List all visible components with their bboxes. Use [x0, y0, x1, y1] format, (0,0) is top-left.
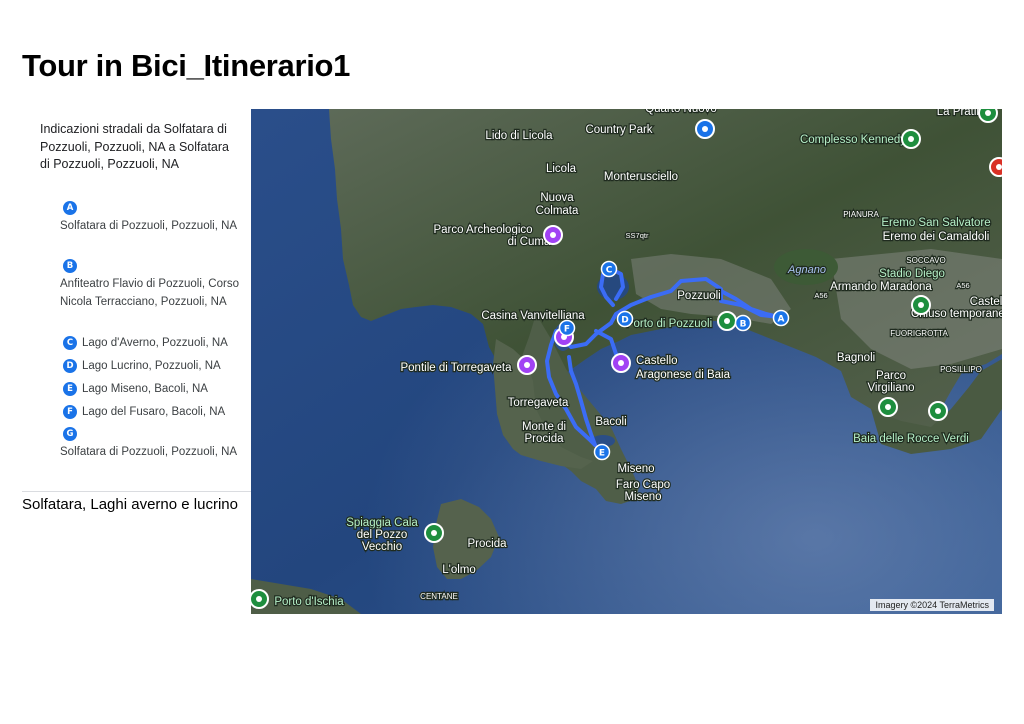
map-label: Colmata	[536, 205, 579, 217]
stop-f[interactable]: F Lago del Fusaro, Bacoli, NA	[63, 403, 243, 421]
map-label: Pozzuoli	[677, 290, 720, 302]
map-label: Miseno	[617, 463, 654, 475]
stop-d-name: Lago Lucrino, Pozzuoli, NA	[82, 360, 221, 372]
map-canvas[interactable]: Quarto Nuovo La PratinaLido di Licola Coun…	[251, 109, 1002, 614]
map-attribution: Imagery ©2024 TerraMetrics	[870, 599, 994, 611]
map-label: PIANURA	[843, 210, 879, 219]
marker-e-icon: E	[63, 382, 77, 396]
stop-c-name: Lago d'Averno, Pozzuoli, NA	[82, 337, 228, 349]
pin-dot	[996, 164, 1002, 170]
stop-c[interactable]: C Lago d'Averno, Pozzuoli, NA	[63, 334, 243, 352]
route-marker-label: E	[599, 449, 605, 459]
map-label: A56	[956, 281, 969, 290]
stop-b[interactable]: B Anfiteatro Flavio di Pozzuoli, Corso N…	[60, 257, 240, 311]
stop-g-name: Solfatara di Pozzuoli, Pozzuoli, NA	[60, 446, 238, 458]
map-label: FUORIGROTTA	[890, 329, 948, 338]
map-label: Porto d'Ischia	[274, 596, 344, 608]
pin-dot	[724, 318, 730, 324]
marker-g-icon: G	[63, 426, 77, 441]
stop-f-name: Lago del Fusaro, Bacoli, NA	[82, 406, 226, 418]
directions-heading: Indicazioni stradali da Solfatara di Poz…	[40, 122, 229, 171]
satellite-map[interactable]: Quarto Nuovo La Pratina Lido di Licola Coun…	[251, 109, 1002, 614]
pin-dot	[524, 362, 530, 368]
route-marker-label: F	[564, 325, 570, 335]
pin-dot	[918, 302, 924, 308]
document-title: Tour in Bici_Itinerario1	[22, 48, 351, 83]
map-label: Eremo dei Camaldoli	[883, 231, 990, 243]
map-label: Virgiliano	[867, 382, 914, 394]
route-marker-label: A	[778, 315, 785, 325]
map-label: Parco	[876, 370, 906, 382]
pin-dot	[618, 360, 624, 366]
marker-a-icon: A	[63, 200, 77, 215]
map-label: Lido di Licola	[485, 130, 553, 142]
map-label: Monte di	[522, 421, 566, 433]
route-marker-label: C	[606, 266, 613, 276]
directions-panel: Indicazioni stradali da Solfatara di Poz…	[40, 121, 235, 182]
pin-dot	[256, 596, 262, 602]
pin-dot	[702, 126, 708, 132]
map-label: Armando Maradona	[830, 281, 932, 293]
map-label: Procida	[525, 433, 565, 445]
route-marker-label: B	[740, 320, 747, 330]
map-label: POSILLIPO	[940, 365, 982, 374]
map-label: Porto di Pozzuoli	[626, 318, 712, 330]
map-label: Monterusciello	[604, 171, 678, 183]
stop-b-name: Anfiteatro Flavio di Pozzuoli, Corso Nic…	[60, 278, 239, 308]
stop-d[interactable]: D Lago Lucrino, Pozzuoli, NA	[63, 357, 243, 375]
map-label: Castello	[636, 355, 678, 367]
map-label: Complesso Kennedy	[800, 134, 906, 146]
map-label: Agnano	[787, 264, 826, 276]
map-label: Bacoli	[595, 416, 626, 428]
stop-g[interactable]: G Solfatara di Pozzuoli, Pozzuoli, NA	[60, 425, 240, 461]
stop-a-name: Solfatara di Pozzuoli, Pozzuoli, NA	[60, 220, 238, 232]
pin-dot	[885, 404, 891, 410]
map-label: Pontile di Torregaveta	[400, 362, 512, 374]
map-label: Quarto Nuovo	[645, 109, 717, 115]
marker-c-icon: C	[63, 336, 77, 350]
pin-dot	[431, 530, 437, 536]
map-label: del Pozzo	[357, 529, 408, 541]
map-label: Parco Archeologico	[433, 224, 532, 236]
map-label: Nuova	[540, 192, 574, 204]
pin-dot	[935, 408, 941, 414]
stop-a[interactable]: A Solfatara di Pozzuoli, Pozzuoli, NA	[60, 199, 240, 235]
map-label: Torregaveta	[508, 397, 569, 409]
map-label: Spiaggia Cala	[346, 517, 418, 529]
map-label: Stadio Diego	[879, 268, 945, 280]
map-label: Miseno	[624, 491, 661, 503]
map-label: Bagnoli	[837, 352, 875, 364]
map-label: Vecchio	[362, 541, 402, 553]
map-label: Aragonese di Baia	[636, 369, 731, 381]
map-label: Baia delle Rocce Verdi	[853, 433, 969, 445]
map-label: CENTANE	[420, 592, 458, 601]
map-label: L'olmo	[442, 564, 476, 576]
map-label: Procida	[468, 538, 508, 550]
section-divider	[22, 491, 252, 492]
map-label: A56	[814, 291, 827, 300]
map-label: Faro Capo	[616, 479, 670, 491]
marker-b-icon: B	[63, 258, 77, 273]
map-label: Eremo San Salvatore	[881, 217, 990, 229]
map-label: SS7qtr	[626, 231, 649, 240]
stop-e-name: Lago Miseno, Bacoli, NA	[82, 383, 208, 395]
map-label: Country Park	[585, 124, 652, 136]
map-label: SOCCAVO	[906, 256, 945, 265]
pin-dot	[550, 232, 556, 238]
pin-dot	[985, 110, 991, 116]
map-label: Licola	[546, 163, 577, 175]
map-label: Castel	[970, 296, 1002, 308]
route-marker-label: D	[621, 316, 628, 326]
marker-d-icon: D	[63, 359, 77, 373]
marker-f-icon: F	[63, 405, 77, 419]
route-subtitle: Solfatara, Laghi averno e lucrino	[22, 496, 238, 513]
stop-e[interactable]: E Lago Miseno, Bacoli, NA	[63, 380, 243, 398]
pin-dot	[908, 136, 914, 142]
